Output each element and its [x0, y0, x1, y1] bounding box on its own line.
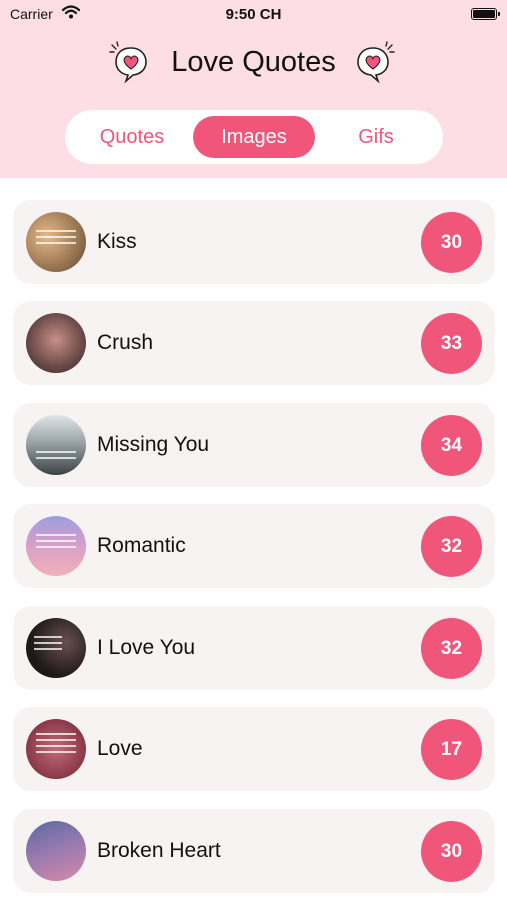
count-badge: 30 — [421, 821, 482, 882]
count-badge: 30 — [421, 212, 482, 273]
count-badge: 34 — [421, 415, 482, 476]
category-row-kiss[interactable]: Kiss 30 — [13, 200, 495, 284]
category-row-i-love-you[interactable]: I Love You 32 — [13, 606, 495, 690]
category-label: Broken Heart — [97, 839, 221, 862]
battery-icon — [471, 8, 500, 20]
category-thumbnail — [26, 415, 86, 475]
category-row-missing-you[interactable]: Missing You 34 — [13, 403, 495, 487]
category-label: Love — [97, 737, 143, 760]
category-row-crush[interactable]: Crush 33 — [13, 301, 495, 385]
tab-images[interactable]: Images — [193, 116, 315, 158]
category-thumbnail — [26, 212, 86, 272]
category-row-romantic[interactable]: Romantic 32 — [13, 504, 495, 588]
page-title: Love Quotes — [171, 46, 336, 78]
status-bar: Carrier 9:50 CH — [0, 0, 507, 28]
tab-gifs[interactable]: Gifs — [317, 116, 435, 158]
category-label: I Love You — [97, 636, 196, 659]
category-thumbnail — [26, 313, 86, 373]
category-row-broken-heart[interactable]: Broken Heart 30 — [13, 809, 495, 893]
count-badge: 32 — [421, 618, 482, 679]
count-badge: 17 — [421, 719, 482, 780]
heart-bubble-icon — [350, 40, 396, 84]
category-label: Kiss — [97, 230, 137, 253]
tab-quotes[interactable]: Quotes — [73, 116, 191, 158]
category-thumbnail — [26, 719, 86, 779]
count-badge: 33 — [421, 313, 482, 374]
count-badge: 32 — [421, 516, 482, 577]
clock: 9:50 CH — [225, 6, 282, 23]
category-row-love[interactable]: Love 17 — [13, 707, 495, 791]
category-label: Romantic — [97, 534, 186, 557]
category-thumbnail — [26, 618, 86, 678]
category-thumbnail — [26, 516, 86, 576]
category-label: Crush — [97, 331, 154, 354]
tab-segmented-control: Quotes Images Gifs — [65, 110, 443, 164]
category-label: Missing You — [97, 433, 210, 456]
category-thumbnail — [26, 821, 86, 881]
title-row: Love Quotes — [0, 40, 507, 86]
